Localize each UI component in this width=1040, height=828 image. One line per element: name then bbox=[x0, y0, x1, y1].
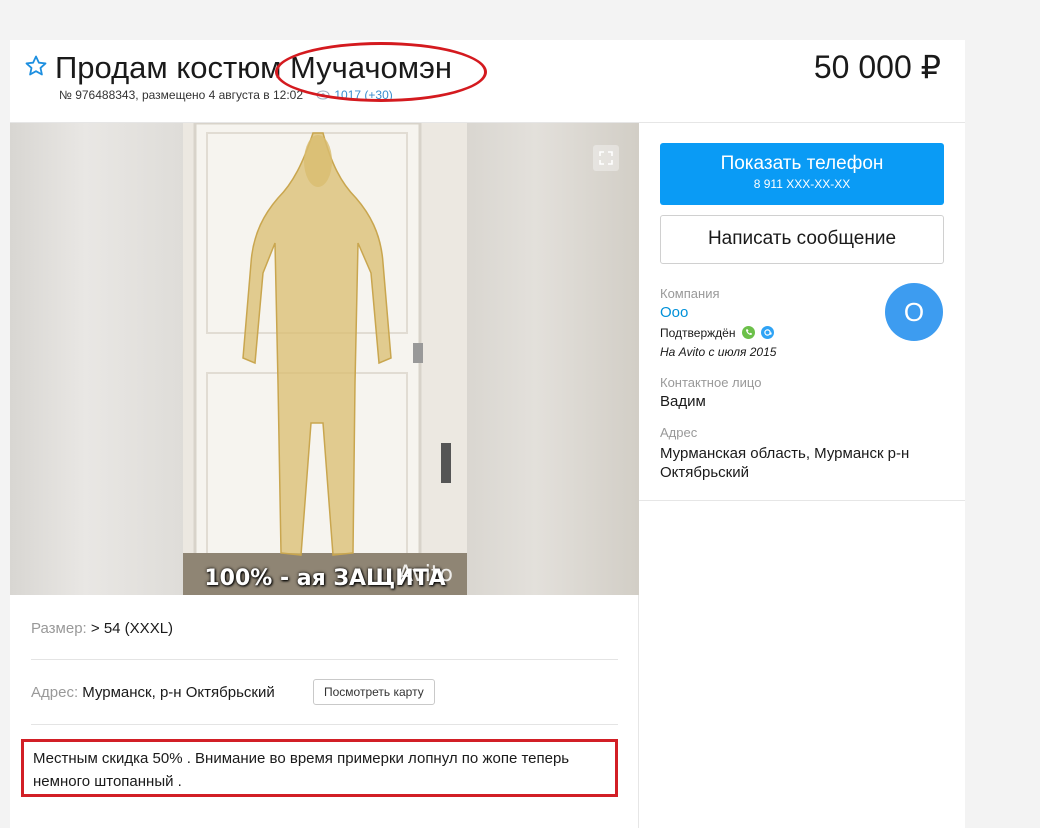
main-column: 100% - ая ЗАЩИТА Avito Размер: > 54 (XXX… bbox=[10, 123, 639, 828]
divider bbox=[31, 724, 618, 725]
show-map-button[interactable]: Посмотреть карту bbox=[313, 679, 435, 705]
contact-label: Контактное лицо bbox=[660, 375, 762, 390]
photo-gallery[interactable]: 100% - ая ЗАЩИТА Avito bbox=[10, 123, 639, 595]
param-size: Размер: > 54 (XXXL) bbox=[31, 620, 618, 637]
seller-address-value: Мурманская область, Мурманск р-н Октябрь… bbox=[660, 445, 910, 481]
listing-meta: № 976488343, размещено 4 августа в 12:02… bbox=[59, 88, 393, 102]
phone-number: 8 911 XXX-XX-XX bbox=[753, 177, 851, 191]
photo-image bbox=[183, 123, 467, 595]
listing-header: Продам костюм Мучачомэн № 976488343, раз… bbox=[10, 40, 965, 123]
show-phone-button[interactable]: Показать телефон 8 911 XXX-XX-XX bbox=[660, 143, 944, 205]
listing-title: Продам костюм Мучачомэн bbox=[55, 50, 453, 85]
member-since: На Avito с июля 2015 bbox=[660, 345, 777, 359]
email-verified-icon bbox=[761, 326, 775, 339]
gallery-blur-background bbox=[466, 123, 639, 595]
views-count: 1017 (+30) bbox=[334, 88, 393, 102]
divider bbox=[31, 659, 618, 660]
eye-icon bbox=[316, 90, 330, 100]
phone-verified-icon bbox=[741, 326, 755, 339]
contact-name: Вадим bbox=[660, 393, 706, 410]
seller-address-label: Адрес bbox=[660, 425, 698, 440]
listing-card: Продам костюм Мучачомэн № 976488343, раз… bbox=[10, 40, 965, 828]
company-name-link[interactable]: Ооо bbox=[660, 304, 688, 321]
verified-text: Подтверждён bbox=[660, 326, 736, 340]
write-message-button[interactable]: Написать сообщение bbox=[660, 215, 944, 264]
show-phone-label: Показать телефон bbox=[720, 153, 884, 174]
company-label: Компания bbox=[660, 286, 720, 301]
price: 50 000 ₽ bbox=[813, 49, 941, 85]
param-address-label: Адрес: bbox=[31, 684, 79, 701]
param-size-value: > 54 (XXXL) bbox=[90, 620, 174, 637]
seller-avatar[interactable]: О bbox=[885, 283, 943, 341]
param-size-label: Размер: bbox=[31, 620, 87, 637]
description: Местным скидка 50% . Внимание во время п… bbox=[21, 739, 618, 797]
favorite-star-icon[interactable] bbox=[24, 54, 48, 78]
verified-status: Подтверждён bbox=[660, 326, 775, 340]
listing-photo[interactable]: 100% - ая ЗАЩИТА Avito bbox=[183, 123, 467, 595]
fullscreen-icon[interactable] bbox=[593, 145, 619, 171]
photo-watermark: Avito bbox=[398, 562, 453, 587]
param-address-value: Мурманск, р-н Октябрьский bbox=[82, 684, 275, 701]
listing-number-date: № 976488343, размещено 4 августа в 12:02 bbox=[59, 88, 304, 102]
seller-sidebar: Показать телефон 8 911 XXX-XX-XX Написат… bbox=[639, 123, 965, 501]
